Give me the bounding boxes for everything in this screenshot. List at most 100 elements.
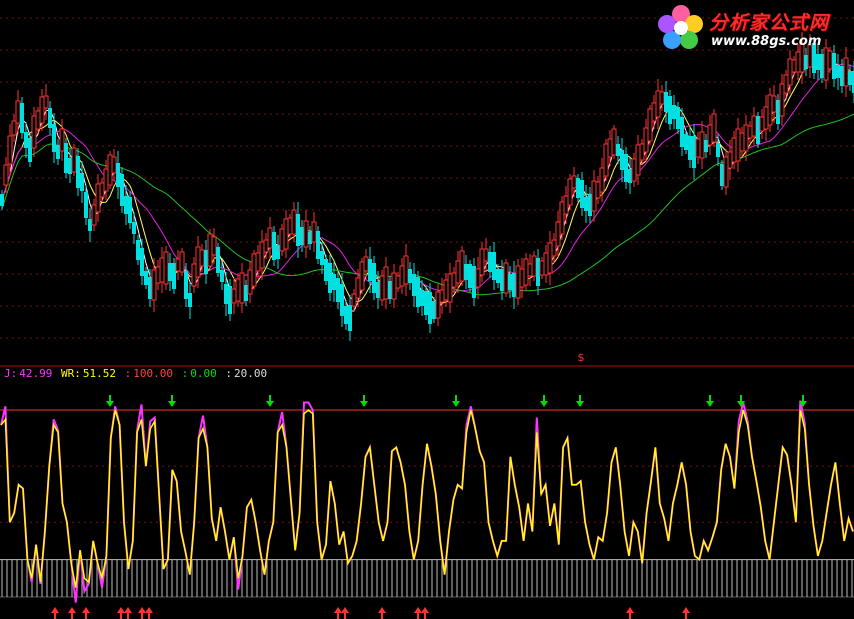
- candle-body: [804, 55, 808, 69]
- candle-body: [611, 128, 617, 156]
- candle-body: [767, 94, 773, 126]
- sell-arrow-icon: [168, 395, 176, 407]
- candle-body: [391, 272, 397, 300]
- candlesticks: [0, 32, 854, 341]
- candle-body: [207, 233, 213, 267]
- candle-body: [20, 103, 24, 133]
- candle-body: [120, 174, 124, 206]
- candle-body: [247, 269, 253, 295]
- candle-body: [15, 100, 21, 124]
- candle-body: [795, 51, 801, 73]
- candle-body: [0, 194, 4, 206]
- candle-body: [620, 150, 624, 170]
- candle-body: [816, 54, 820, 70]
- candle-body: [515, 265, 521, 299]
- candle-body: [591, 180, 597, 212]
- sell-arrow-icon: [576, 395, 584, 407]
- sell-arrow-head: [540, 401, 548, 407]
- candle-body: [263, 239, 269, 253]
- candle-body: [368, 259, 372, 281]
- candle-body: [276, 245, 280, 259]
- candle-body: [508, 274, 512, 290]
- candle-body: [311, 221, 317, 243]
- candle-body: [472, 266, 476, 298]
- candle-body: [832, 53, 836, 79]
- candle-body: [443, 279, 449, 301]
- candle-body: [680, 117, 684, 147]
- candle-body: [163, 251, 169, 285]
- candle-body: [296, 214, 300, 246]
- candle-body: [43, 95, 49, 109]
- candle-body: [720, 164, 724, 186]
- candle-body: [787, 58, 793, 86]
- candle-body: [459, 250, 465, 282]
- candle-body: [840, 66, 844, 86]
- candle-body: [76, 156, 80, 188]
- buy-arrow-icon: [334, 607, 342, 619]
- candle-body: [416, 277, 420, 307]
- candle-body: [388, 281, 392, 299]
- sell-arrow-icon: [266, 395, 274, 407]
- candle-body: [172, 263, 176, 289]
- candle-body: [555, 221, 561, 247]
- candle-body: [91, 204, 97, 226]
- candle-body: [727, 151, 733, 169]
- candle-body: [379, 275, 385, 301]
- candle-body: [64, 143, 68, 173]
- sell-arrow-icon: [360, 395, 368, 407]
- stock-chart: $: [0, 17, 854, 619]
- candle-body: [536, 258, 540, 286]
- candle-body: [231, 288, 237, 304]
- candle-body: [776, 100, 780, 124]
- candle-body: [151, 269, 157, 301]
- j-label: J:: [4, 367, 18, 380]
- candle-body: [496, 269, 500, 283]
- candle-body: [144, 271, 148, 285]
- candle-body: [255, 252, 261, 272]
- candle-body: [468, 264, 472, 288]
- site-logo[interactable]: 分析家公式网 www.88gs.com: [655, 2, 851, 52]
- candle-body: [395, 275, 401, 289]
- candle-body: [283, 218, 289, 250]
- mid-value: 0.00: [190, 367, 217, 380]
- candle-body: [191, 263, 197, 287]
- buy-arrow-icon: [145, 607, 153, 619]
- candle-body: [503, 262, 509, 294]
- candle-body: [188, 293, 192, 307]
- buy-arrow-icon: [414, 607, 422, 619]
- candle-body: [132, 222, 136, 234]
- candle-body: [35, 110, 41, 130]
- upper-label: :: [124, 367, 132, 380]
- candle-body: [259, 241, 265, 269]
- candle-body: [647, 108, 653, 142]
- candle-body: [635, 144, 641, 176]
- candle-body: [39, 96, 45, 124]
- candle-body: [580, 180, 584, 208]
- candle-body: [704, 140, 708, 152]
- candle-body: [328, 263, 332, 293]
- candle-body: [492, 252, 496, 280]
- candle-body: [220, 270, 224, 282]
- candle-body: [148, 277, 152, 299]
- candle-body: [52, 124, 56, 152]
- candle-body: [24, 132, 28, 148]
- candle-body: [403, 255, 409, 285]
- buy-arrow-icon: [124, 607, 132, 619]
- candle-body: [372, 263, 376, 293]
- candle-body: [111, 156, 117, 174]
- candle-body: [300, 227, 304, 245]
- candle-body: [95, 183, 101, 213]
- candle-body: [320, 251, 324, 265]
- candle-body: [464, 264, 468, 280]
- buy-arrow-icon: [82, 607, 90, 619]
- candle-body: [551, 239, 557, 257]
- candle-body: [655, 90, 661, 118]
- candle-body: [344, 306, 348, 324]
- candle-body: [488, 252, 492, 272]
- candle-body: [308, 232, 312, 244]
- candle-body: [651, 102, 657, 122]
- candle-body: [211, 236, 217, 256]
- candle-body: [479, 248, 485, 276]
- candle-body: [759, 116, 765, 132]
- candle-body: [827, 50, 833, 70]
